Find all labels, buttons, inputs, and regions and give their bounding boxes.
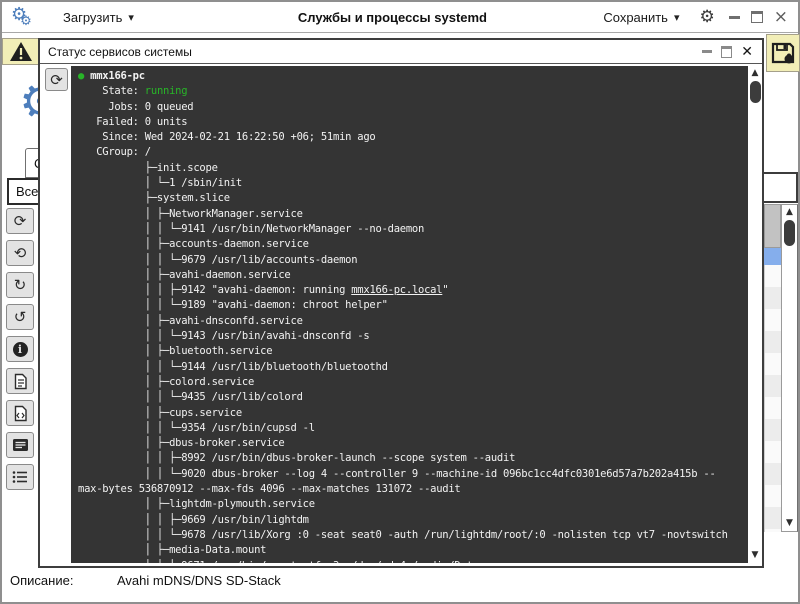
console-scroll-thumb[interactable] [749,81,761,103]
scroll-up-icon[interactable]: ▲ [752,69,759,78]
document-button[interactable] [6,368,34,394]
dialog-title: Статус сервисов системы [48,44,192,59]
undo-button[interactable]: ↺ [6,304,34,330]
save-menu-label: Сохранить [603,9,668,25]
form-view-icon [12,439,28,451]
console-line: │ ├─colord.service [78,375,255,388]
close-button[interactable]: × [774,8,788,26]
console-line: │ │ ├─8992 /usr/bin/dbus-broker-launch -… [78,452,516,465]
caret-down-icon: ▾ [673,10,680,24]
console-line: │ │ └─9435 /usr/lib/colord [78,391,303,404]
dialog-maximize-button[interactable] [721,45,733,58]
console-line: │ │ └─9143 /usr/bin/avahi-dnsconfd -s [78,330,370,343]
console-line: │ │ └─9671 /usr/bin/mount.ntfs-3g /dev/s… [78,559,748,564]
console-line: │ │ ├─9142 "avahi-daemon: running mmx166… [78,284,449,297]
console-output[interactable]: ● mmx166-pc State: running Jobs: 0 queue… [71,66,748,563]
console-line: │ ├─bluetooth.service [78,345,273,358]
console-line: State: running [78,85,188,98]
console-line: Failed: 0 units [78,115,188,128]
console-line: │ │ └─9679 /usr/lib/accounts-daemon [78,253,358,266]
load-menu-button[interactable]: Загрузить ▾ [57,9,140,26]
side-toolbar: ⟳ ⟲ ↻ ↺ i [6,208,34,490]
console-line: ├─init.scope [78,161,218,174]
list-view-icon [12,471,27,483]
table-grey-cell[interactable] [764,204,781,248]
console-scrollbar[interactable]: ▲ ▼ [748,66,762,563]
main-titlebar: ⚙⚙ Загрузить ▾ Службы и процессы systemd… [2,2,798,33]
redo-button[interactable]: ↻ [6,272,34,298]
scroll-up-icon[interactable]: ▲ [786,208,793,217]
source-file-button[interactable] [6,400,34,426]
undo-icon: ↺ [13,308,27,326]
console-line: ├─system.slice [78,192,230,205]
scroll-down-icon[interactable]: ▼ [786,519,793,528]
console-line: Since: Wed 2024-02-21 16:22:50 +06; 51mi… [78,131,376,144]
console-line: │ │ ├─9669 /usr/bin/lightdm [78,513,309,526]
form-view-button[interactable] [6,432,34,458]
scroll-down-icon[interactable]: ▼ [752,551,759,560]
console-line: Jobs: 0 queued [78,100,194,113]
table-rows-strip[interactable] [764,265,781,532]
app-gears-icon: ⚙⚙ [11,4,32,29]
refresh-status-button[interactable]: ⟳ [45,68,68,91]
warning-toolbar-button[interactable] [2,38,39,65]
dialog-close-button[interactable]: ✕ [741,45,753,59]
console-line: │ │ └─9144 /usr/lib/bluetooth/bluetoothd [78,360,388,373]
console-line: │ ├─accounts-daemon.service [78,238,309,251]
description-label: Описание: [10,573,74,588]
reload-history-button[interactable]: ⟲ [6,240,34,266]
console-line: │ │ └─9678 /usr/lib/Xorg :0 -seat seat0 … [78,528,728,541]
console-line: │ ├─cups.service [78,406,242,419]
console-line: ● mmx166-pc [78,70,145,82]
document-icon [14,373,27,389]
info-button[interactable]: i [6,336,34,362]
console-line: │ ├─avahi-daemon.service [78,268,291,281]
table-selected-row[interactable] [764,248,781,265]
dialog-body: ⟳ ● mmx166-pc State: running Jobs: 0 que… [40,64,762,563]
console-line: │ ├─avahi-dnsconfd.service [78,314,303,327]
console-line: CGroup: / [78,146,151,159]
refresh-button[interactable]: ⟳ [6,208,34,234]
table-scrollbar[interactable]: ▲ ▼ [781,204,798,532]
dialog-minimize-button[interactable] [702,50,713,53]
filter-dropdown-value: Все [16,184,39,199]
console-line: │ │ └─9141 /usr/bin/NetworkManager --no-… [78,222,425,235]
maximize-button[interactable] [750,11,763,23]
console-line: │ │ └─9020 dbus-broker --log 4 --control… [78,467,716,480]
services-status-dialog: Статус сервисов системы ✕ ⟳ ● mmx166-pc … [38,38,764,568]
settings-gear-icon[interactable]: ⚙ [700,8,715,26]
caret-down-icon: ▾ [128,10,134,24]
console-line: │ ├─NetworkManager.service [78,207,303,220]
info-icon: i [12,341,28,357]
refresh-icon: ⟳ [50,70,63,89]
console-line: │ │ └─9189 "avahi-daemon: chroot helper" [78,299,388,312]
save-menu-button[interactable]: Сохранить ▾ [597,9,685,26]
list-view-button[interactable] [6,464,34,490]
table-scroll-thumb[interactable] [784,220,795,246]
console-line: │ ├─media-Data.mount [78,544,267,557]
refresh-icon: ⟳ [13,212,27,230]
console-line: │ ├─dbus-broker.service [78,437,285,450]
redo-icon: ↻ [13,276,27,294]
window-title: Службы и процессы systemd [297,9,488,25]
app-window: ⚙⚙ Загрузить ▾ Службы и процессы systemd… [0,0,800,604]
load-menu-label: Загрузить [63,9,123,25]
description-value: Avahi mDNS/DNS SD-Stack [117,573,281,588]
save-file-button[interactable] [766,34,800,72]
save-floppy-icon [771,42,795,64]
warning-icon [9,42,32,61]
console-line: │ └─1 /sbin/init [78,177,242,190]
source-file-icon [14,405,27,421]
console-line: │ ├─lightdm-plymouth.service [78,498,315,511]
dialog-titlebar[interactable]: Статус сервисов системы ✕ [40,40,762,64]
minimize-button[interactable] [728,15,740,19]
history-icon: ⟲ [13,244,27,262]
console-line: │ │ └─9354 /usr/bin/cupsd -l [78,421,315,434]
console-line: max-bytes 536870912 --max-fds 4096 --max… [78,483,461,496]
